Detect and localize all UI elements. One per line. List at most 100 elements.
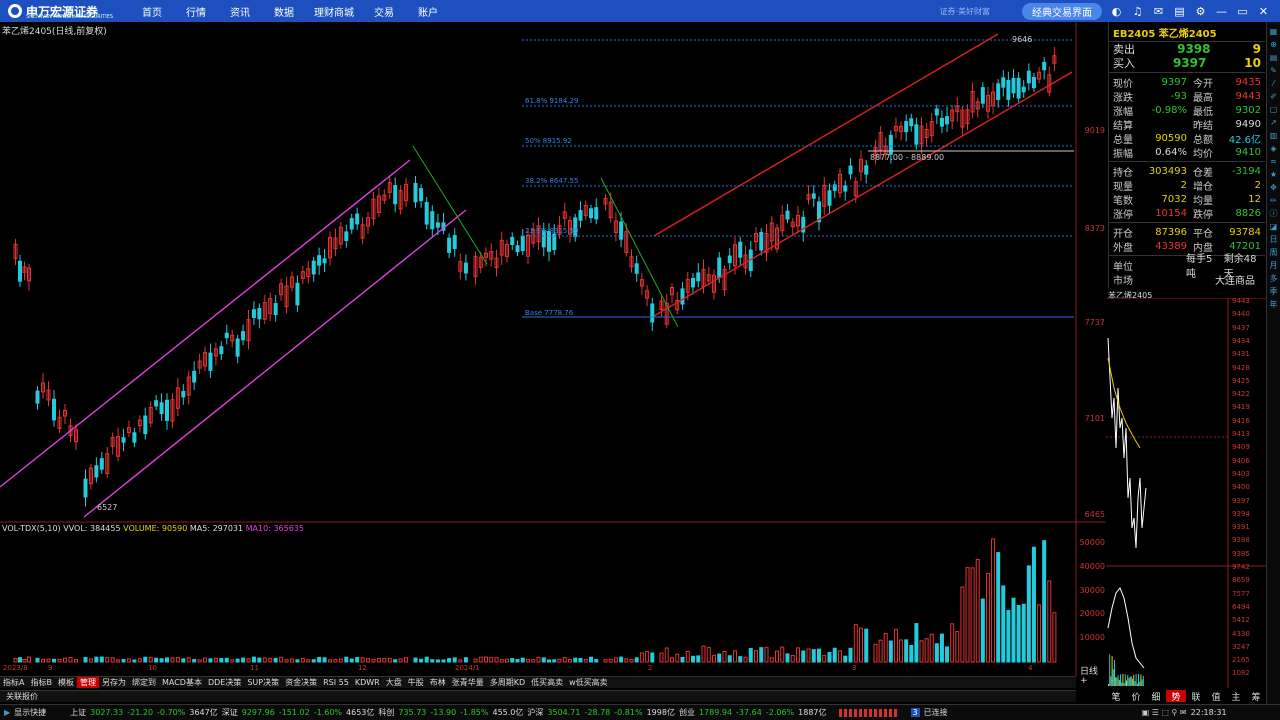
indicator-tab[interactable]: 张青华量	[449, 677, 487, 688]
pen-icon[interactable]: ✐	[1269, 91, 1279, 102]
tray-icons[interactable]: ▣ ☰ ⬚ ⚲ ✉	[1142, 708, 1187, 717]
quick-icon[interactable]: ▶	[4, 708, 10, 717]
chip-icon[interactable]: ◈	[1269, 143, 1279, 154]
grid-icon[interactable]: ▦	[1269, 26, 1279, 37]
info-icon[interactable]: ⓘ	[1269, 208, 1279, 219]
trend-icon[interactable]: ↗	[1269, 117, 1279, 128]
indicator-tab[interactable]: RSI 55	[320, 678, 352, 687]
volume-bar	[878, 639, 883, 663]
indicator-tab[interactable]: 布林	[427, 677, 449, 688]
chart-icon[interactable]: ▤	[1269, 52, 1279, 63]
pencil-icon[interactable]: ✏	[1269, 195, 1279, 206]
right-tab[interactable]: 势	[1166, 690, 1186, 703]
mail-icon[interactable]: ✉	[1152, 5, 1165, 18]
index-name[interactable]: 沪深	[527, 708, 543, 717]
classic-trade-button[interactable]: 经典交易界面	[1022, 2, 1102, 20]
index-name[interactable]: 科创	[378, 708, 394, 717]
right-tab[interactable]: 筹	[1246, 690, 1266, 703]
right-panel-tabs: 笔价细势联值主筹	[1106, 690, 1266, 703]
close-icon[interactable]: ✕	[1257, 5, 1270, 18]
quick-display[interactable]: 显示快捷	[14, 707, 46, 718]
line-icon[interactable]: ⁄	[1269, 78, 1279, 89]
theme-icon[interactable]: ◐	[1110, 5, 1123, 18]
quote-value: 9302	[1235, 104, 1261, 116]
volume-bar	[235, 658, 240, 663]
nav-data[interactable]: 数据	[262, 4, 306, 19]
nav-news[interactable]: 资讯	[218, 4, 262, 19]
minimize-icon[interactable]: —	[1215, 5, 1228, 18]
linked-quote-tab[interactable]: 关联报价	[0, 690, 1076, 702]
app-window: 申万宏源证券 SHENWAN HONGYUAN SECURITIES 首页 行情 …	[0, 0, 1280, 720]
indicator-tab[interactable]: w低买高卖	[566, 677, 611, 688]
index-name[interactable]: 上证	[70, 708, 86, 717]
volume-bar	[980, 598, 985, 663]
settings-icon[interactable]: ⚙	[1194, 5, 1207, 18]
indicator-tab[interactable]: 管理	[76, 677, 99, 688]
indicator-tab[interactable]: 多周期KD	[487, 677, 528, 688]
indicator-tab[interactable]: 资金决策	[282, 677, 320, 688]
headset-icon[interactable]: ♫	[1131, 5, 1144, 18]
box-icon[interactable]: ▢	[1269, 104, 1279, 115]
vol-indicator-name[interactable]: VOL-TDX(5,10)	[2, 524, 61, 533]
candlestick-chart[interactable]: 9646 6527 61.8% 9184.29 50% 8915.92 38.2…	[0, 22, 1106, 676]
volume-bar	[675, 653, 680, 663]
nav-home[interactable]: 首页	[130, 4, 174, 19]
mini-vol-bar	[1140, 674, 1142, 686]
nav-mall[interactable]: 理财商城	[306, 4, 362, 19]
period-button[interactable]: 周	[1269, 247, 1279, 258]
indicator-tab[interactable]: 指标B	[27, 677, 55, 688]
indicator-tab[interactable]: DDE决策	[205, 677, 244, 688]
brush-icon[interactable]: ◪	[1269, 221, 1279, 232]
mini-tick: 9416	[1232, 416, 1250, 425]
draw-icon[interactable]: ✎	[1269, 65, 1279, 76]
period-button[interactable]: 日	[1269, 234, 1279, 245]
period-button[interactable]: 多	[1269, 273, 1279, 284]
index-name[interactable]: 创业	[679, 708, 695, 717]
volume-bar	[864, 628, 869, 663]
period-button[interactable]: 季	[1269, 286, 1279, 297]
index-a: 455.0亿	[492, 708, 524, 717]
indicator-tab[interactable]: 低买高卖	[528, 677, 566, 688]
indicator-tab[interactable]: 模板	[55, 677, 77, 688]
pin-icon[interactable]: ⊕	[1269, 39, 1279, 50]
bid-qty: 10	[1244, 56, 1261, 70]
right-tab[interactable]: 笔	[1106, 690, 1126, 703]
period-button[interactable]: 年	[1269, 299, 1279, 310]
indicator-tab[interactable]: 牛股	[405, 677, 427, 688]
indicator-tab[interactable]: 指标A	[0, 677, 27, 688]
quote-value: -0.98%	[1151, 104, 1187, 116]
volume-bar	[562, 657, 567, 663]
connection-status: 已连接	[923, 708, 948, 717]
menu-icon[interactable]: ▤	[1173, 5, 1186, 18]
right-tab[interactable]: 值	[1206, 690, 1226, 703]
nav-market[interactable]: 行情	[174, 4, 218, 19]
volume-bar	[743, 656, 748, 663]
rsi-icon[interactable]: ≈	[1269, 156, 1279, 167]
indicator-tab[interactable]: KDWR	[352, 678, 383, 687]
indicator-tab[interactable]: 绑定到	[129, 677, 159, 688]
move-icon[interactable]: ✥	[1269, 182, 1279, 193]
star-icon[interactable]: ★	[1269, 169, 1279, 180]
right-tab[interactable]: 细	[1146, 690, 1166, 703]
period-button[interactable]: 月	[1269, 260, 1279, 271]
bars-icon[interactable]: ▥	[1269, 130, 1279, 141]
right-tab[interactable]: 价	[1126, 690, 1146, 703]
nav-trade[interactable]: 交易	[362, 4, 406, 19]
volume-bar	[473, 658, 478, 663]
index-name[interactable]: 深证	[222, 708, 238, 717]
indicator-tab[interactable]: SUP决策	[244, 677, 282, 688]
maximize-icon[interactable]: ▭	[1236, 5, 1249, 18]
volume-bar	[510, 658, 515, 663]
volume-bar	[893, 628, 898, 663]
volume-bar	[727, 655, 732, 663]
top-menu-bar: 申万宏源证券 SHENWAN HONGYUAN SECURITIES 首页 行情 …	[0, 0, 1280, 22]
indicator-tab[interactable]: 另存为	[99, 677, 129, 688]
nav-account[interactable]: 账户	[406, 4, 450, 19]
indicator-tab[interactable]: MACD基本	[159, 677, 205, 688]
volume-bar	[349, 658, 354, 663]
right-tab[interactable]: 联	[1186, 690, 1206, 703]
right-tab[interactable]: 主	[1226, 690, 1246, 703]
mini-vol-bar	[1134, 681, 1136, 686]
indicator-tab[interactable]: 大盘	[383, 677, 405, 688]
volume-bar	[1006, 610, 1011, 663]
